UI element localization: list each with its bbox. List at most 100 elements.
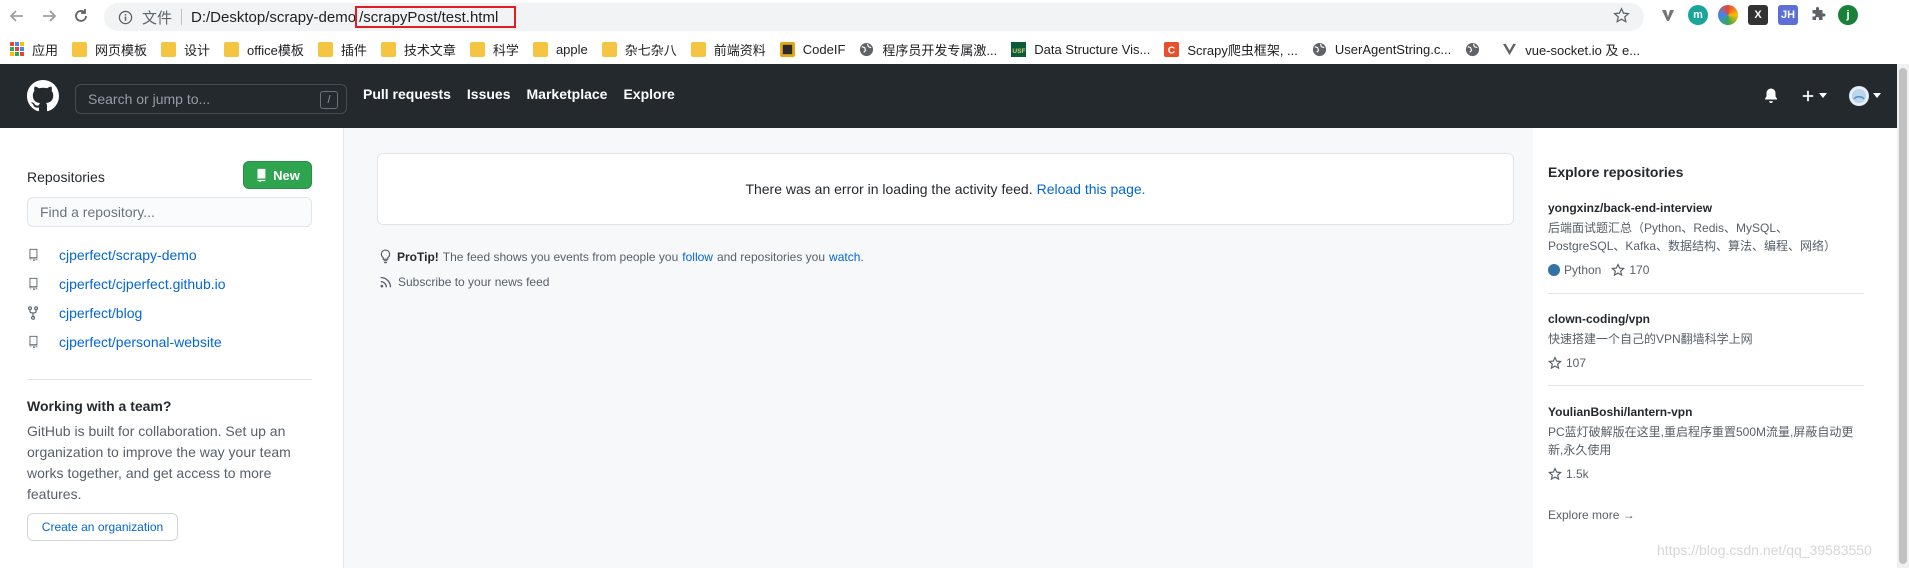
explore-repo: clown-coding/vpn 快速搭建一个自己的VPN翻墙科学上网 107 [1548, 312, 1864, 370]
bookmark-item[interactable]: 设计 [161, 40, 210, 59]
stars-count[interactable]: 170 [1611, 263, 1649, 277]
error-message: There was an error in loading the activi… [745, 181, 1033, 197]
follow-link[interactable]: follow [682, 250, 713, 264]
bookmarks-bar: 应用 网页模板 设计 office模板 插件 技术文章 科学 apple 杂七杂八 前端资料 Cod… [0, 34, 1909, 64]
repo-list-item[interactable]: cjperfect/scrapy-demo [27, 240, 226, 269]
url-highlight: /scrapyPost/test.html [355, 6, 517, 28]
search-placeholder: Search or jump to... [88, 91, 211, 107]
explore-heading: Explore repositories [1548, 164, 1684, 180]
nav-issues[interactable]: Issues [467, 86, 511, 102]
bookmark-label: CodeIF [802, 41, 846, 57]
watch-link[interactable]: watch. [829, 250, 864, 264]
address-bar[interactable]: 文件 D:/Desktop/scrapy-demo/scrapyPost/tes… [104, 3, 1644, 31]
repo-icon [257, 168, 266, 182]
plus-dropdown-icon[interactable] [1801, 89, 1827, 103]
find-repository-input[interactable]: Find a repository... [27, 197, 312, 227]
reload-icon[interactable] [68, 3, 94, 29]
explore-more-link[interactable]: Explore more → [1548, 508, 1635, 522]
repo-list-item[interactable]: cjperfect/blog [27, 298, 226, 327]
bookmark-item[interactable] [1465, 42, 1488, 57]
nav-explore[interactable]: Explore [623, 86, 674, 102]
m-extension-icon[interactable]: m [1688, 5, 1708, 25]
v-extension-icon[interactable] [1658, 5, 1678, 25]
puzzle-icon[interactable] [1808, 5, 1828, 25]
explore-repo-name[interactable]: yongxinz/back-end-interview [1548, 201, 1864, 215]
bookmark-label: 前端资料 [713, 42, 766, 58]
subscribe-link[interactable]: Subscribe to your news feed [380, 275, 549, 289]
reload-link[interactable]: Reload this page. [1037, 181, 1146, 197]
bookmark-label: 技术文章 [403, 42, 456, 58]
url-text[interactable]: D:/Desktop/scrapy-demo/scrapyPost/test.h… [191, 6, 517, 28]
forward-arrow-icon[interactable] [36, 3, 62, 29]
bookmark-item[interactable]: 网页模板 [72, 40, 147, 59]
globe-icon [859, 42, 874, 57]
explore-repo-name[interactable]: YoulianBoshi/lantern-vpn [1548, 405, 1864, 419]
jh-extension-icon[interactable]: JH [1778, 5, 1798, 25]
scrollbar-thumb[interactable] [1899, 68, 1907, 564]
team-description: GitHub is built for collaboration. Set u… [27, 423, 291, 502]
language-label: Python [1548, 263, 1601, 277]
usf-icon: USF [1011, 41, 1027, 57]
color-wheel-icon[interactable] [1718, 5, 1738, 25]
back-arrow-icon[interactable] [4, 3, 30, 29]
bookmark-label: 应用 [32, 42, 59, 58]
github-logo-icon[interactable] [27, 80, 59, 115]
apps-icon [10, 42, 24, 56]
new-repo-button[interactable]: New [243, 161, 312, 189]
stars-value: 1.5k [1566, 467, 1589, 481]
bookmark-item[interactable]: 科学 [469, 40, 519, 59]
bookmark-item[interactable]: 技术文章 [380, 40, 456, 59]
repo-list-item[interactable]: cjperfect/personal-website [27, 327, 226, 356]
nav-pull-requests[interactable]: Pull requests [363, 86, 451, 102]
explore-repo-name[interactable]: clown-coding/vpn [1548, 312, 1864, 326]
repositories-heading: Repositories [27, 169, 105, 185]
bookmark-item[interactable]: apple [532, 41, 588, 57]
rss-icon [380, 276, 392, 288]
create-organization-button[interactable]: Create an organization [27, 513, 178, 541]
bookmark-item[interactable]: 插件 [317, 40, 367, 59]
bell-icon[interactable] [1763, 87, 1779, 106]
bookmark-label: 网页模板 [95, 42, 148, 58]
feed-error-box: There was an error in loading the activi… [377, 153, 1514, 225]
bookmark-star-icon[interactable] [1613, 7, 1630, 28]
explore-panel: Explore repositories yongxinz/back-end-i… [1533, 128, 1897, 568]
bookmark-item[interactable]: 杂七杂八 [601, 40, 677, 59]
team-heading: Working with a team? [27, 398, 172, 414]
bookmark-label: office模板 [247, 42, 304, 58]
repo-list-item[interactable]: cjperfect/cjperfect.github.io [27, 269, 226, 298]
left-sidebar: Repositories New Find a repository... cj… [0, 128, 344, 568]
search-input[interactable]: Search or jump to... / [75, 84, 347, 114]
bookmark-item[interactable]: CodeIF [779, 41, 846, 57]
explore-repo-description: 快速搭建一个自己的VPN翻墙科学上网 [1548, 332, 1753, 346]
info-icon[interactable] [116, 8, 134, 26]
stars-count[interactable]: 107 [1548, 356, 1586, 370]
bookmark-item[interactable]: UserAgentString.c... [1312, 42, 1451, 57]
user-avatar-dropdown[interactable] [1849, 86, 1881, 106]
vue-icon [1502, 42, 1517, 57]
repo-name: cjperfect/blog [59, 304, 143, 321]
page-scrollbar[interactable] [1897, 64, 1909, 568]
globe-icon [1312, 42, 1327, 57]
folder-icon [469, 41, 485, 57]
x-extension-icon[interactable]: X [1748, 5, 1768, 25]
bookmark-item[interactable]: vue-socket.io 及 e... [1502, 40, 1640, 59]
url-path: D:/Desktop/scrapy-demo [191, 8, 357, 26]
bookmark-item[interactable]: 程序员开发专属激... [859, 40, 997, 59]
nav-marketplace[interactable]: Marketplace [527, 86, 608, 102]
language-color-dot [1548, 264, 1560, 276]
bookmark-label: 设计 [184, 42, 211, 58]
profile-avatar-icon[interactable]: j [1838, 5, 1858, 25]
stars-count[interactable]: 1.5k [1548, 467, 1589, 481]
bookmark-item[interactable]: 应用 [10, 40, 58, 59]
folder-icon [317, 41, 333, 57]
bookmark-label: 杂七杂八 [624, 42, 677, 58]
bookmark-label: Data Structure Vis... [1034, 41, 1151, 57]
globe-icon [1465, 42, 1480, 57]
bookmark-item[interactable]: USF Data Structure Vis... [1011, 41, 1151, 57]
bookmark-item[interactable]: office模板 [224, 40, 304, 59]
bookmark-item[interactable]: C Scrapy爬虫框架, ... [1164, 40, 1298, 59]
bookmark-item[interactable]: 前端资料 [690, 40, 766, 59]
protip: ProTip! The feed shows you events from p… [380, 249, 868, 264]
bookmark-label: Scrapy爬虫框架, ... [1187, 42, 1298, 58]
header-nav: Pull requests Issues Marketplace Explore [363, 86, 675, 102]
